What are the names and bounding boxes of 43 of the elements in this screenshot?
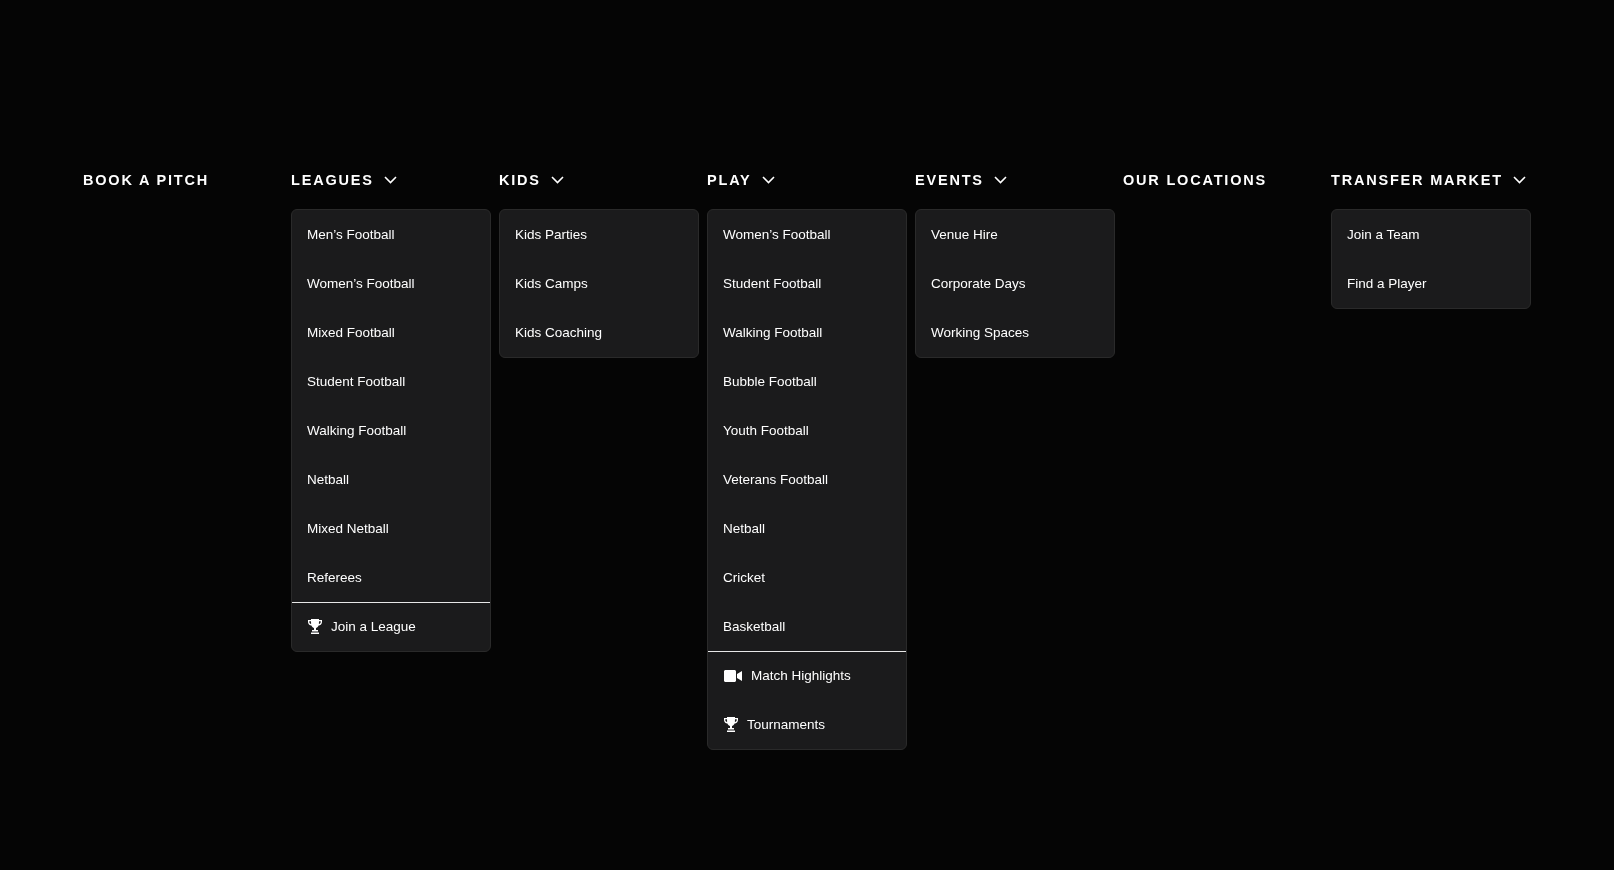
chevron-down-icon <box>383 176 397 184</box>
menu-item[interactable]: Mixed Football <box>292 308 490 357</box>
menu-item[interactable]: Cricket <box>708 553 906 602</box>
menu-item[interactable]: Women’s Football <box>708 210 906 259</box>
menu-item[interactable]: Working Spaces <box>916 308 1114 357</box>
menu-item[interactable]: Youth Football <box>708 406 906 455</box>
menu-item[interactable]: Find a Player <box>1332 259 1530 308</box>
menu-item[interactable]: Student Football <box>292 357 490 406</box>
menu-item[interactable]: Walking Football <box>708 308 906 357</box>
nav-menu-button[interactable]: LEAGUES <box>291 170 397 190</box>
menu-item[interactable]: Student Football <box>708 259 906 308</box>
menu-item[interactable]: Basketball <box>708 602 906 651</box>
menu-item[interactable]: Corporate Days <box>916 259 1114 308</box>
menu-item[interactable]: Join a League <box>292 602 490 651</box>
menu-item[interactable]: Tournaments <box>708 700 906 749</box>
menu-item[interactable]: Netball <box>708 504 906 553</box>
nav-link[interactable]: BOOK A PITCH <box>83 170 210 190</box>
chevron-down-icon <box>761 176 775 184</box>
trophy-icon <box>724 717 738 732</box>
menu-item[interactable]: Kids Coaching <box>500 308 698 357</box>
chevron-down-icon <box>550 176 564 184</box>
nav-menu-button[interactable]: KIDS <box>499 170 564 190</box>
menu-item[interactable]: Referees <box>292 553 490 602</box>
menu-item[interactable]: Women’s Football <box>292 259 490 308</box>
chevron-down-icon <box>993 176 1007 184</box>
chevron-down-icon <box>1513 176 1526 184</box>
nav-menu-button[interactable]: PLAY <box>707 170 775 190</box>
menu-item[interactable]: Venue Hire <box>916 210 1114 259</box>
menu-item[interactable]: Kids Camps <box>500 259 698 308</box>
menu-item[interactable]: Walking Football <box>292 406 490 455</box>
menu-item[interactable]: Mixed Netball <box>292 504 490 553</box>
nav-link[interactable]: OUR LOCATIONS <box>1123 170 1267 190</box>
nav-menu-button[interactable]: TRANSFER MARKET <box>1331 170 1526 190</box>
menu-item[interactable]: Match Highlights <box>708 651 906 700</box>
trophy-icon <box>308 619 322 634</box>
menu-item[interactable]: Join a Team <box>1332 210 1530 259</box>
menu-item[interactable]: Kids Parties <box>500 210 698 259</box>
menu-item[interactable]: Netball <box>292 455 490 504</box>
nav-menu-button[interactable]: EVENTS <box>915 170 1007 190</box>
menu-item[interactable]: Bubble Football <box>708 357 906 406</box>
menu-item[interactable]: Veterans Football <box>708 455 906 504</box>
video-camera-icon <box>724 669 742 682</box>
menu-item[interactable]: Men’s Football <box>292 210 490 259</box>
